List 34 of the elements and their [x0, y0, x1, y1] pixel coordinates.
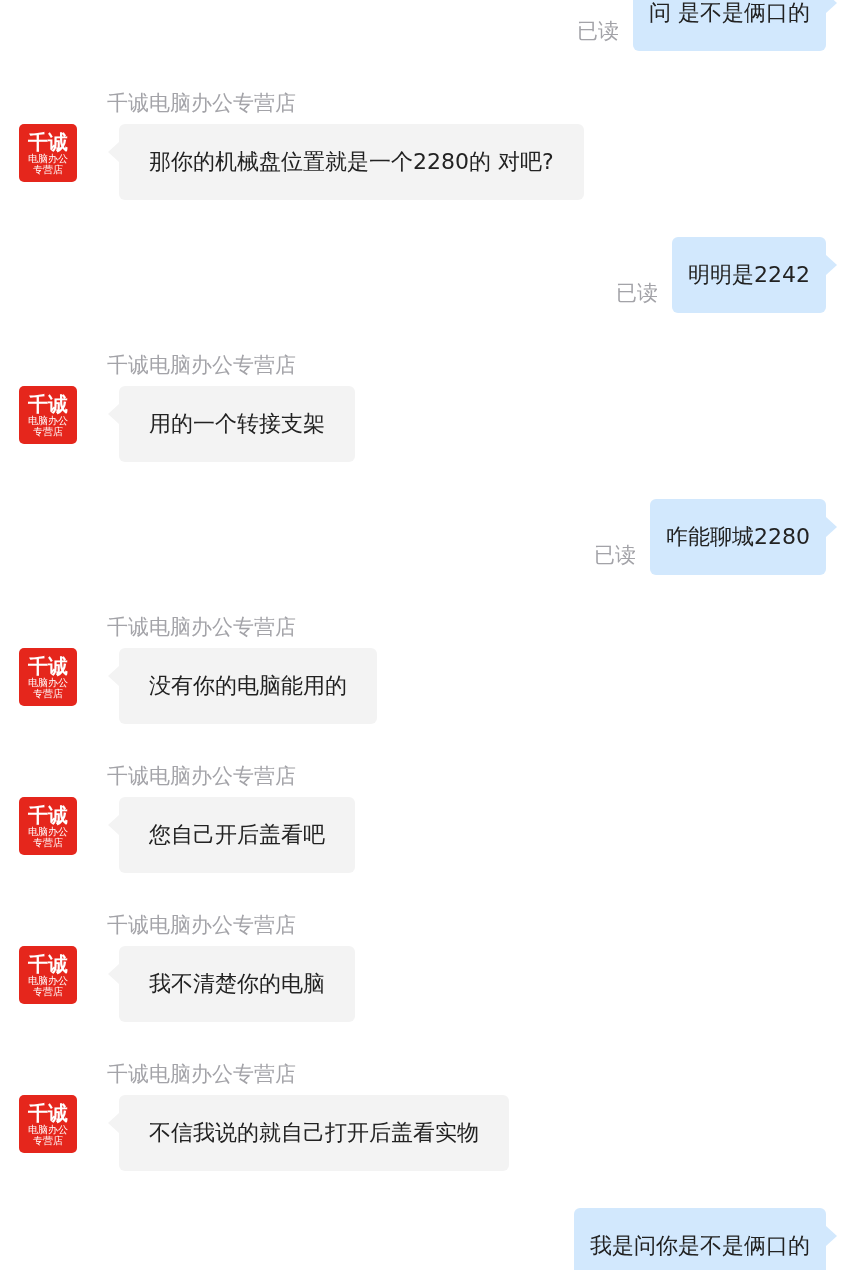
avatar-title: 千诚: [28, 1102, 68, 1124]
message-bubble: 我不清楚你的电脑: [119, 946, 355, 1022]
avatar-subtitle: 电脑办公专营店: [28, 826, 68, 848]
avatar-subtitle: 电脑办公专营店: [28, 677, 68, 699]
bubble-tail-icon: [826, 255, 838, 275]
sender-name: 千诚电脑办公专营店: [107, 1061, 297, 1088]
avatar-subtitle: 电脑办公专营店: [28, 975, 68, 997]
bubble-tail-icon: [826, 517, 838, 537]
bubble-tail-icon: [826, 1226, 838, 1246]
sender-name: 千诚电脑办公专营店: [107, 763, 297, 790]
sender-name: 千诚电脑办公专营店: [107, 90, 297, 117]
avatar-subtitle: 电脑办公专营店: [28, 415, 68, 437]
sender-name: 千诚电脑办公专营店: [107, 352, 297, 379]
message-bubble: 明明是2242: [672, 237, 826, 313]
avatar-title: 千诚: [28, 131, 68, 153]
avatar-subtitle: 电脑办公专营店: [28, 153, 68, 175]
read-status: 已读: [577, 18, 619, 45]
message-bubble: 不信我说的就自己打开后盖看实物: [119, 1095, 509, 1171]
read-status: 已读: [594, 542, 636, 569]
message-bubble: 我是问你是不是俩口的: [574, 1208, 826, 1270]
read-status: 已读: [616, 280, 658, 307]
avatar-title: 千诚: [28, 953, 68, 975]
message-bubble: 用的一个转接支架: [119, 386, 355, 462]
avatar-title: 千诚: [28, 804, 68, 826]
avatar-title: 千诚: [28, 393, 68, 415]
sender-name: 千诚电脑办公专营店: [107, 614, 297, 641]
message-bubble: 您自己开后盖看吧: [119, 797, 355, 873]
avatar-subtitle: 电脑办公专营店: [28, 1124, 68, 1146]
message-bubble: 问 是不是俩口的: [633, 0, 826, 51]
avatar-title: 千诚: [28, 655, 68, 677]
message-bubble: 没有你的电脑能用的: [119, 648, 377, 724]
sender-name: 千诚电脑办公专营店: [107, 912, 297, 939]
message-bubble: 咋能聊城2280: [650, 499, 826, 575]
message-bubble: 那你的机械盘位置就是一个2280的 对吧?: [119, 124, 584, 200]
